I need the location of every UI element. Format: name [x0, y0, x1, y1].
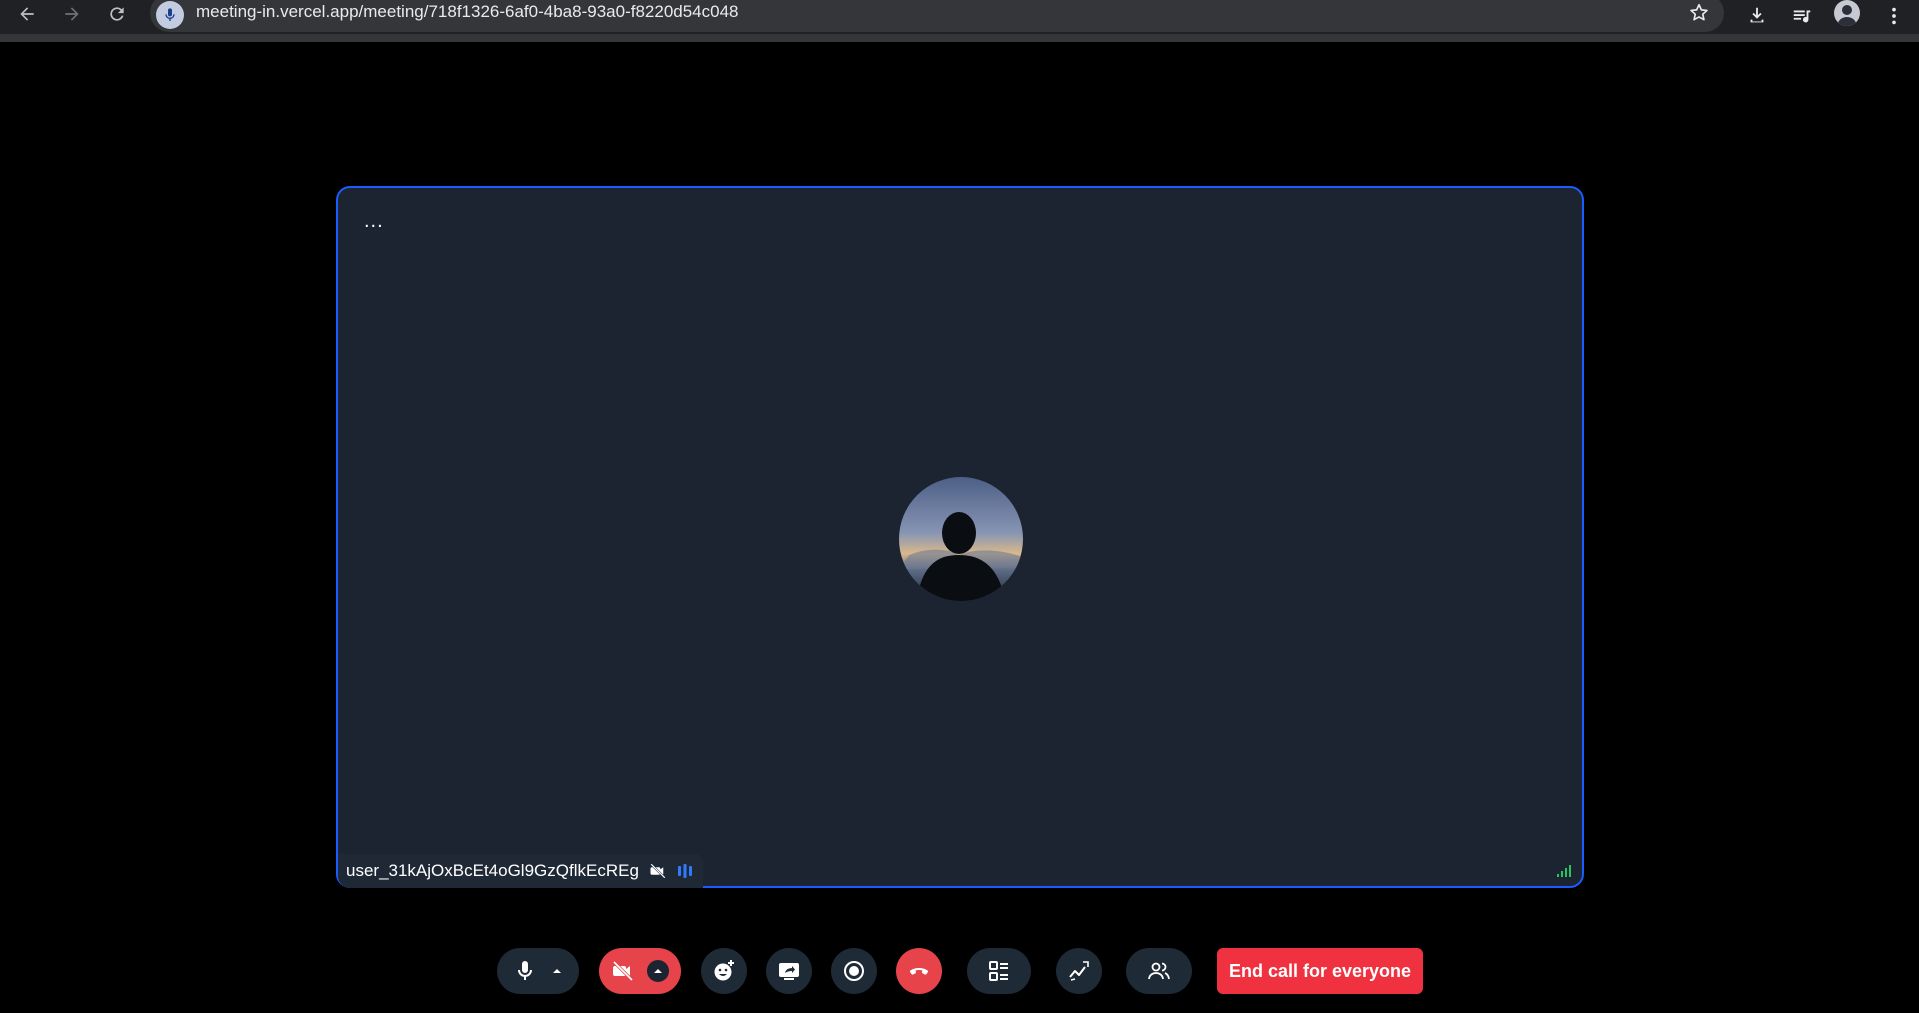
audio-level-icon	[677, 864, 692, 878]
layout-button[interactable]	[967, 948, 1031, 994]
record-button[interactable]	[831, 948, 877, 994]
mic-control[interactable]	[497, 948, 579, 994]
participants-button[interactable]	[1126, 948, 1192, 994]
chevron-up-icon	[654, 969, 662, 973]
whiteboard-draw-icon	[1069, 961, 1089, 981]
microphone-icon	[165, 8, 175, 21]
whiteboard-button[interactable]	[1056, 948, 1102, 994]
participant-menu-button[interactable]: ...	[364, 211, 384, 231]
webcam-options-button[interactable]	[647, 960, 669, 982]
participant-avatar	[899, 477, 1023, 601]
screen-share-button[interactable]	[766, 948, 812, 994]
reactions-button[interactable]	[701, 948, 747, 994]
network-signal-icon[interactable]	[1556, 864, 1572, 878]
participant-name-tag: user_31kAjOxBcEt4oGl9GzQflkEcREg	[338, 854, 703, 888]
meeting-controls: End call for everyone	[0, 948, 1919, 994]
hang-up-icon	[909, 968, 929, 975]
camera-off-icon	[612, 960, 634, 982]
back-button[interactable]	[12, 0, 42, 28]
webcam-control[interactable]	[599, 948, 681, 994]
reload-button[interactable]	[102, 0, 132, 28]
microphone-icon	[518, 961, 532, 980]
more-vert-icon	[1892, 7, 1896, 25]
leave-call-button[interactable]	[896, 948, 942, 994]
download-button[interactable]	[1743, 2, 1771, 30]
url-text: meeting-in.vercel.app/meeting/718f1326-6…	[196, 2, 739, 21]
participants-icon	[1148, 962, 1170, 980]
screen-share-icon	[779, 963, 799, 980]
chevron-up-icon[interactable]	[551, 965, 563, 977]
address-bar[interactable]: meeting-in.vercel.app/meeting/718f1326-6…	[150, 0, 1724, 32]
participant-name: user_31kAjOxBcEt4oGl9GzQflkEcREg	[346, 861, 639, 880]
toolbar-divider	[0, 34, 1919, 42]
forward-button[interactable]	[57, 0, 87, 28]
media-control-button[interactable]	[1788, 2, 1816, 30]
browser-menu-button[interactable]	[1880, 2, 1908, 30]
back-arrow-icon	[20, 7, 34, 21]
profile-avatar[interactable]	[1834, 0, 1860, 26]
layout-list-icon	[989, 961, 1008, 981]
reload-icon	[110, 7, 124, 21]
star-icon[interactable]	[1688, 2, 1710, 24]
site-mic-indicator[interactable]	[156, 1, 184, 29]
end-call-for-everyone-button[interactable]: End call for everyone	[1217, 948, 1423, 994]
forward-arrow-icon	[65, 7, 79, 21]
emoji-add-icon	[714, 960, 734, 981]
participant-tile: ... user_31kAjOxBcEt4oGl9GzQflkEcREg	[336, 186, 1584, 888]
record-icon	[844, 961, 864, 981]
media-control-icon	[1793, 10, 1811, 23]
download-icon	[1750, 7, 1764, 23]
camera-off-icon	[650, 863, 666, 879]
